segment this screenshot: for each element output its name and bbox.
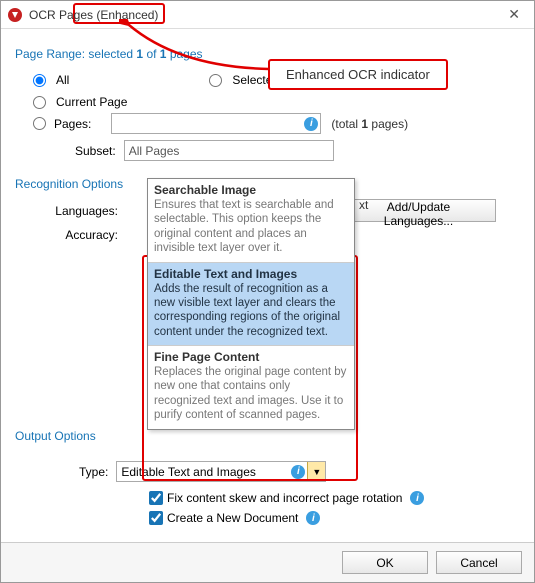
subset-value: All Pages [129, 144, 180, 158]
label-all: All [56, 73, 69, 87]
info-icon[interactable]: i [304, 117, 318, 131]
type-select[interactable]: Editable Text and Images i ▼ [116, 461, 326, 482]
pr-mid: of [143, 47, 160, 61]
info-icon[interactable]: i [410, 491, 424, 505]
opt-title: Searchable Image [154, 183, 348, 197]
type-dropdown-popup: Searchable Image Ensures that text is se… [147, 178, 355, 430]
subset-select[interactable]: All Pages [124, 140, 334, 161]
close-icon[interactable]: ✕ [500, 4, 528, 25]
output-header: Output Options [15, 429, 96, 443]
checkbox-fix-skew[interactable] [149, 491, 163, 505]
title-base: OCR Pages [29, 8, 93, 22]
type-value: Editable Text and Images [117, 465, 287, 479]
option-editable-text-images[interactable]: Editable Text and Images Adds the result… [148, 262, 354, 346]
page-range-header: Page Range: selected 1 of 1 pages [15, 47, 522, 61]
clipped-text-fragment: xt [359, 198, 368, 212]
opt-desc: Ensures that text is searchable and sele… [154, 198, 348, 256]
opt-desc: Adds the result of recognition as a new … [154, 282, 348, 340]
dialog-footer: OK Cancel [1, 542, 534, 582]
pr-suffix: pages [166, 47, 202, 61]
total-pages-label: (total 1 pages) [331, 117, 408, 131]
languages-label: Languages: [53, 204, 118, 218]
pages-input[interactable]: i [111, 113, 321, 134]
option-searchable-image[interactable]: Searchable Image Ensures that text is se… [148, 179, 354, 262]
label-pages: Pages: [54, 117, 91, 131]
label-create-new: Create a New Document [167, 511, 298, 525]
radio-pages[interactable] [33, 117, 46, 130]
tp3: pages) [368, 117, 408, 131]
accuracy-label: Accuracy: [53, 228, 118, 242]
info-icon[interactable]: i [291, 465, 305, 479]
option-fine-page-content[interactable]: Fine Page Content Replaces the original … [148, 345, 354, 429]
radio-current-page[interactable] [33, 96, 46, 109]
label-current-page: Current Page [56, 95, 127, 109]
info-icon[interactable]: i [306, 511, 320, 525]
radio-all[interactable] [33, 74, 46, 87]
type-label: Type: [79, 465, 108, 479]
subset-label: Subset: [75, 144, 116, 158]
app-icon [7, 7, 23, 23]
type-row-wrap: Type: Editable Text and Images i ▼ [79, 461, 326, 482]
label-fix-skew: Fix content skew and incorrect page rota… [167, 491, 402, 505]
titlebar: OCR Pages (Enhanced) ✕ [1, 1, 534, 29]
checkbox-create-new[interactable] [149, 511, 163, 525]
opt-title: Editable Text and Images [154, 267, 348, 281]
cancel-button[interactable]: Cancel [436, 551, 522, 574]
opt-desc: Replaces the original page content by ne… [154, 365, 348, 423]
radio-selected-pages[interactable] [209, 74, 222, 87]
tp1: (total [331, 117, 361, 131]
pr-prefix: Page Range: selected [15, 47, 136, 61]
output-section: Output Options [15, 429, 96, 451]
chevron-down-icon[interactable]: ▼ [307, 462, 325, 481]
info-icon[interactable]: i [326, 73, 340, 87]
opt-title: Fine Page Content [154, 350, 348, 364]
title-enhanced-suffix: (Enhanced) [96, 8, 158, 22]
label-selected-pages: Selected Pages [232, 73, 316, 87]
window-title: OCR Pages (Enhanced) [29, 8, 158, 22]
ok-button[interactable]: OK [342, 551, 428, 574]
